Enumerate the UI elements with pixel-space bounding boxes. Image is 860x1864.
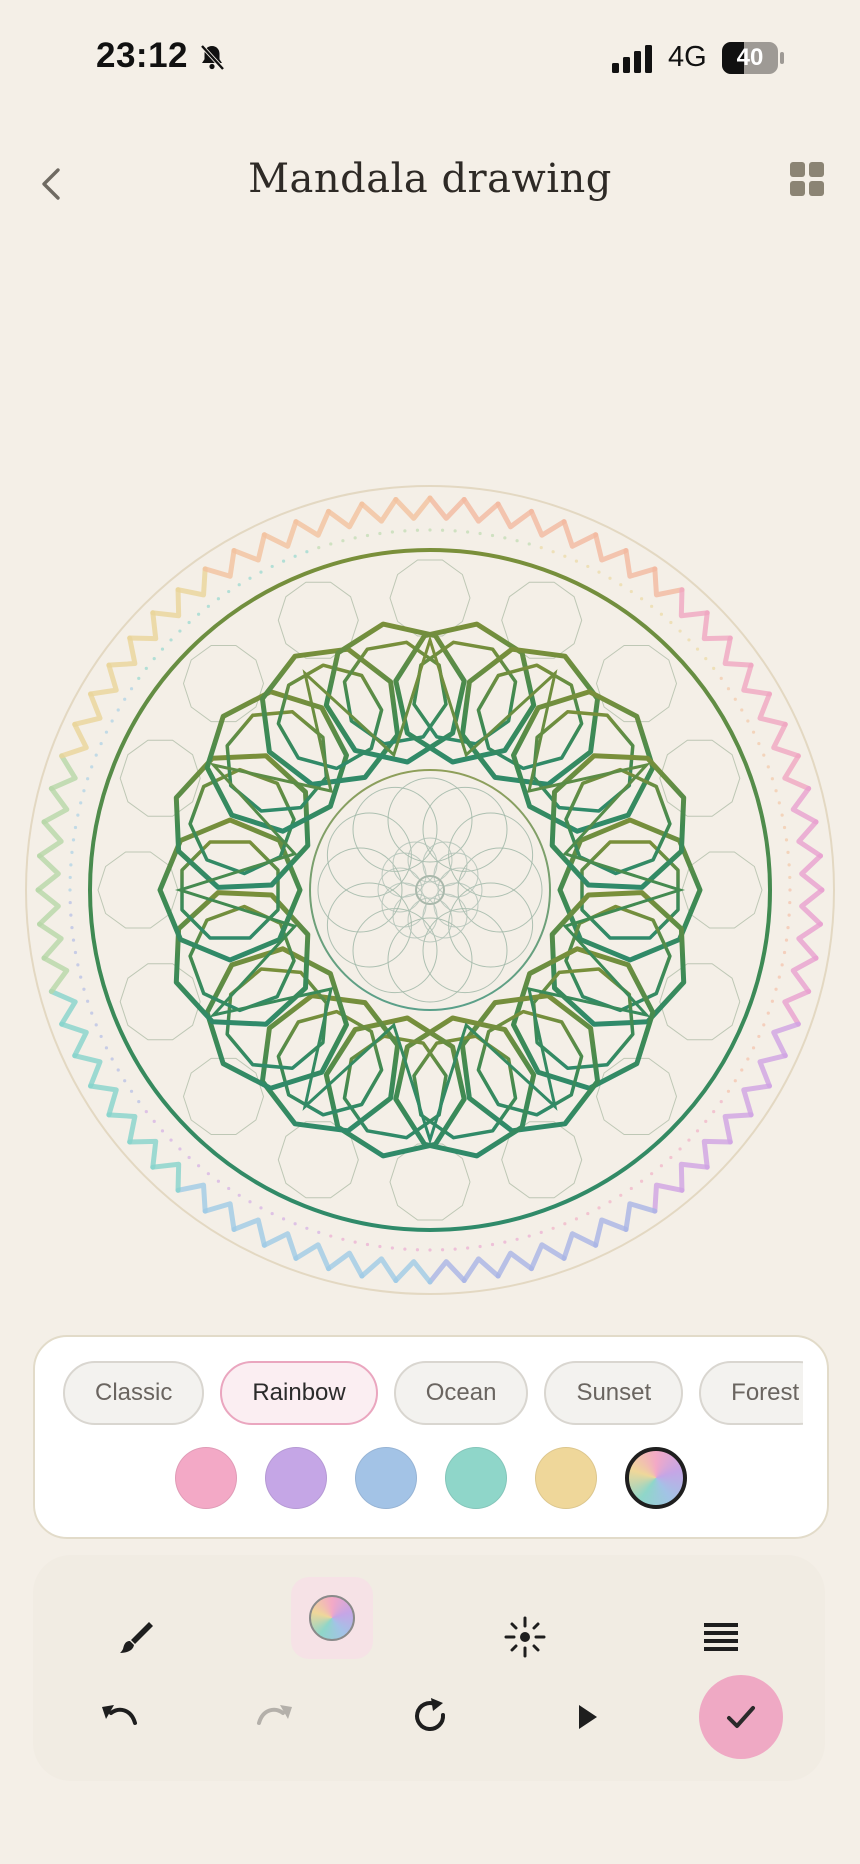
sparkle-icon — [504, 1616, 546, 1658]
redo-icon — [257, 1705, 292, 1725]
play-icon — [579, 1705, 597, 1729]
swatch-lavender[interactable] — [265, 1447, 327, 1509]
header: Mandala drawing — [0, 140, 860, 230]
palette-chips: Classic Rainbow Ocean Sunset Forest — [63, 1361, 803, 1429]
status-time: 23:12 — [96, 36, 189, 75]
swatch-yellow[interactable] — [535, 1447, 597, 1509]
page-title: Mandala drawing — [248, 156, 612, 202]
network-type: 4G — [668, 41, 707, 73]
swatch-rainbow[interactable] — [625, 1447, 687, 1509]
chip-ocean[interactable]: Ocean — [393, 1361, 529, 1425]
palette-icon — [309, 1595, 355, 1641]
swatch-blue[interactable] — [355, 1447, 417, 1509]
confirm-button[interactable] — [699, 1675, 783, 1759]
bottom-toolbar — [33, 1555, 825, 1781]
brush-tool-button[interactable] — [97, 1597, 177, 1677]
palette-panel: Classic Rainbow Ocean Sunset Forest — [33, 1335, 829, 1539]
chip-classic[interactable]: Classic — [63, 1361, 205, 1425]
swatch-teal[interactable] — [445, 1447, 507, 1509]
chip-sunset[interactable]: Sunset — [544, 1361, 684, 1425]
brush-icon — [120, 1622, 153, 1653]
play-button[interactable] — [547, 1677, 627, 1757]
battery-level: 40 — [736, 44, 764, 71]
chip-rainbow[interactable]: Rainbow — [220, 1361, 378, 1425]
grid-icon[interactable] — [790, 162, 826, 198]
layers-tool-button[interactable] — [681, 1597, 761, 1677]
undo-icon — [102, 1705, 137, 1725]
mandala-canvas[interactable] — [20, 480, 840, 1300]
reset-button[interactable] — [391, 1677, 471, 1757]
signal-icon — [612, 45, 652, 73]
check-icon — [727, 1706, 755, 1728]
symmetry-tool-button[interactable] — [485, 1597, 565, 1677]
color-swatches — [35, 1447, 827, 1517]
undo-button[interactable] — [79, 1677, 159, 1757]
chip-forest[interactable]: Forest — [699, 1361, 803, 1425]
palette-tool-button[interactable] — [291, 1577, 373, 1659]
lines-icon — [704, 1623, 738, 1651]
redo-button[interactable] — [235, 1677, 315, 1757]
status-bar: 23:12 4G 40 — [0, 0, 860, 110]
swatch-pink[interactable] — [175, 1447, 237, 1509]
bell-muted-icon — [200, 44, 225, 71]
battery-icon: 40 — [722, 42, 784, 74]
refresh-icon — [415, 1698, 446, 1731]
